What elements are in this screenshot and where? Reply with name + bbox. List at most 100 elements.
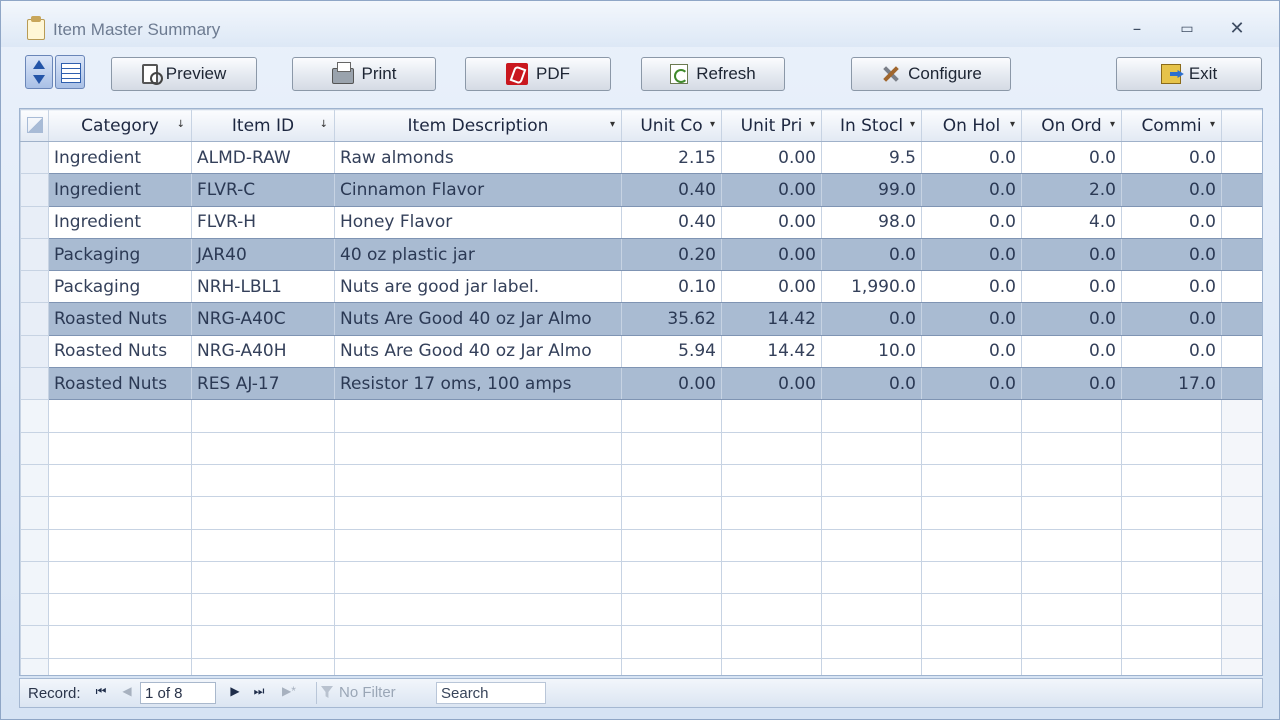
sort-arrows-icon[interactable] [25, 55, 53, 89]
dropdown-arrow-icon[interactable]: ▾ [1210, 119, 1215, 130]
sort-descending-icon[interactable]: ↓ [320, 119, 328, 130]
no-filter-toggle[interactable]: No Filter [316, 682, 430, 704]
cell-unit-cost[interactable]: 0.10 [621, 270, 722, 304]
cell-committed[interactable]: 0.0 [1121, 334, 1222, 369]
cell-committed[interactable]: 17.0 [1121, 367, 1222, 401]
cell-unit-price[interactable]: 14.42 [721, 334, 822, 369]
refresh-button[interactable]: Refresh [641, 57, 785, 91]
cell-unit-cost[interactable]: 0.40 [621, 205, 722, 239]
cell-in-stock[interactable]: 0.0 [821, 302, 922, 336]
cell-on-order[interactable]: 0.0 [1021, 367, 1122, 401]
cell-committed[interactable]: 0.0 [1121, 173, 1222, 207]
table-row[interactable]: Roasted Nuts NRG-A40C Nuts Are Good 40 o… [20, 302, 1262, 336]
cell-unit-price[interactable]: 0.00 [721, 205, 822, 239]
column-header-committed[interactable]: Commi ▾ [1121, 109, 1222, 142]
dropdown-arrow-icon[interactable]: ▾ [1010, 119, 1015, 130]
cell-item-id[interactable]: FLVR-H [191, 205, 335, 239]
cell-committed[interactable]: 0.0 [1121, 302, 1222, 336]
row-selector[interactable] [20, 334, 49, 369]
column-header-on-order[interactable]: On Ord ▾ [1021, 109, 1122, 142]
cell-unit-price[interactable]: 0.00 [721, 140, 822, 175]
cell-unit-price[interactable]: 0.00 [721, 173, 822, 207]
cell-unit-price[interactable]: 14.42 [721, 302, 822, 336]
cell-item-id[interactable]: JAR40 [191, 237, 335, 272]
cell-in-stock[interactable]: 10.0 [821, 334, 922, 369]
last-record-icon[interactable]: ⏭ [252, 684, 266, 699]
cell-item-description[interactable]: Nuts Are Good 40 oz Jar Almo [334, 334, 622, 369]
cell-committed[interactable]: 0.0 [1121, 140, 1222, 175]
cell-item-id[interactable]: RES AJ-17 [191, 367, 335, 401]
row-selector[interactable] [20, 302, 49, 336]
cell-on-order[interactable]: 0.0 [1021, 140, 1122, 175]
cell-in-stock[interactable]: 0.0 [821, 237, 922, 272]
cell-category[interactable]: Ingredient [48, 140, 192, 175]
cell-on-hold[interactable]: 0.0 [921, 367, 1022, 401]
cell-category[interactable]: Packaging [48, 237, 192, 272]
cell-item-id[interactable]: FLVR-C [191, 173, 335, 207]
cell-unit-cost[interactable]: 0.40 [621, 173, 722, 207]
cell-unit-price[interactable]: 0.00 [721, 270, 822, 304]
next-record-icon[interactable]: ▶ [228, 684, 242, 698]
row-selector[interactable] [20, 237, 49, 272]
cell-category[interactable]: Packaging [48, 270, 192, 304]
cell-on-order[interactable]: 4.0 [1021, 205, 1122, 239]
cell-in-stock[interactable]: 1,990.0 [821, 270, 922, 304]
row-selector[interactable] [20, 270, 49, 304]
table-row[interactable]: Packaging JAR40 40 oz plastic jar 0.20 0… [20, 237, 1262, 272]
cell-item-description[interactable]: Nuts are good jar label. [334, 270, 622, 304]
table-row[interactable]: Roasted Nuts NRG-A40H Nuts Are Good 40 o… [20, 334, 1262, 369]
sort-descending-icon[interactable]: ↓ [177, 119, 185, 130]
cell-on-hold[interactable]: 0.0 [921, 173, 1022, 207]
search-input[interactable]: Search [436, 682, 546, 704]
cell-in-stock[interactable]: 99.0 [821, 173, 922, 207]
dropdown-arrow-icon[interactable]: ▾ [710, 119, 715, 130]
dropdown-arrow-icon[interactable]: ▾ [1110, 119, 1115, 130]
row-selector[interactable] [20, 140, 49, 175]
maximize-button[interactable]: ▭ [1173, 17, 1201, 41]
cell-item-description[interactable]: Resistor 17 oms, 100 amps [334, 367, 622, 401]
cell-on-order[interactable]: 0.0 [1021, 302, 1122, 336]
cell-category[interactable]: Ingredient [48, 173, 192, 207]
configure-button[interactable]: Configure [851, 57, 1011, 91]
new-record-icon[interactable]: ▶* [278, 684, 300, 698]
cell-unit-cost[interactable]: 35.62 [621, 302, 722, 336]
cell-item-description[interactable]: Raw almonds [334, 140, 622, 175]
minimize-button[interactable]: – [1123, 17, 1151, 41]
cell-category[interactable]: Ingredient [48, 205, 192, 239]
cell-on-hold[interactable]: 0.0 [921, 205, 1022, 239]
cell-committed[interactable]: 0.0 [1121, 237, 1222, 272]
table-row[interactable]: Ingredient FLVR-H Honey Flavor 0.40 0.00… [20, 205, 1262, 239]
print-button[interactable]: Print [292, 57, 436, 91]
datasheet-grid[interactable]: Category ↓ Item ID ↓ Item Description ▾ Uni… [19, 108, 1263, 676]
cell-category[interactable]: Roasted Nuts [48, 302, 192, 336]
row-selector[interactable] [20, 173, 49, 207]
cell-item-id[interactable]: NRH-LBL1 [191, 270, 335, 304]
cell-on-hold[interactable]: 0.0 [921, 140, 1022, 175]
cell-item-description[interactable]: 40 oz plastic jar [334, 237, 622, 272]
cell-item-id[interactable]: NRG-A40H [191, 334, 335, 369]
row-selector[interactable] [20, 205, 49, 239]
cell-on-order[interactable]: 0.0 [1021, 334, 1122, 369]
first-record-icon[interactable]: ⏮ [94, 684, 108, 699]
cell-in-stock[interactable]: 98.0 [821, 205, 922, 239]
pdf-button[interactable]: PDF [465, 57, 611, 91]
column-header-in-stock[interactable]: In Stocl ▾ [821, 109, 922, 142]
cell-on-hold[interactable]: 0.0 [921, 334, 1022, 369]
cell-item-description[interactable]: Cinnamon Flavor [334, 173, 622, 207]
column-header-unit-price[interactable]: Unit Pri ▾ [721, 109, 822, 142]
cell-unit-cost[interactable]: 0.00 [621, 367, 722, 401]
exit-button[interactable]: Exit [1116, 57, 1262, 91]
cell-unit-cost[interactable]: 0.20 [621, 237, 722, 272]
close-button[interactable]: ✕ [1223, 17, 1251, 41]
cell-category[interactable]: Roasted Nuts [48, 367, 192, 401]
cell-item-description[interactable]: Nuts Are Good 40 oz Jar Almo [334, 302, 622, 336]
cell-on-hold[interactable]: 0.0 [921, 270, 1022, 304]
cell-unit-cost[interactable]: 5.94 [621, 334, 722, 369]
cell-item-id[interactable]: ALMD-RAW [191, 140, 335, 175]
cell-on-hold[interactable]: 0.0 [921, 302, 1022, 336]
table-row[interactable]: Ingredient FLVR-C Cinnamon Flavor 0.40 0… [20, 173, 1262, 207]
table-row[interactable]: Packaging NRH-LBL1 Nuts are good jar lab… [20, 270, 1262, 304]
cell-on-hold[interactable]: 0.0 [921, 237, 1022, 272]
column-header-category[interactable]: Category ↓ [48, 109, 192, 142]
cell-committed[interactable]: 0.0 [1121, 205, 1222, 239]
